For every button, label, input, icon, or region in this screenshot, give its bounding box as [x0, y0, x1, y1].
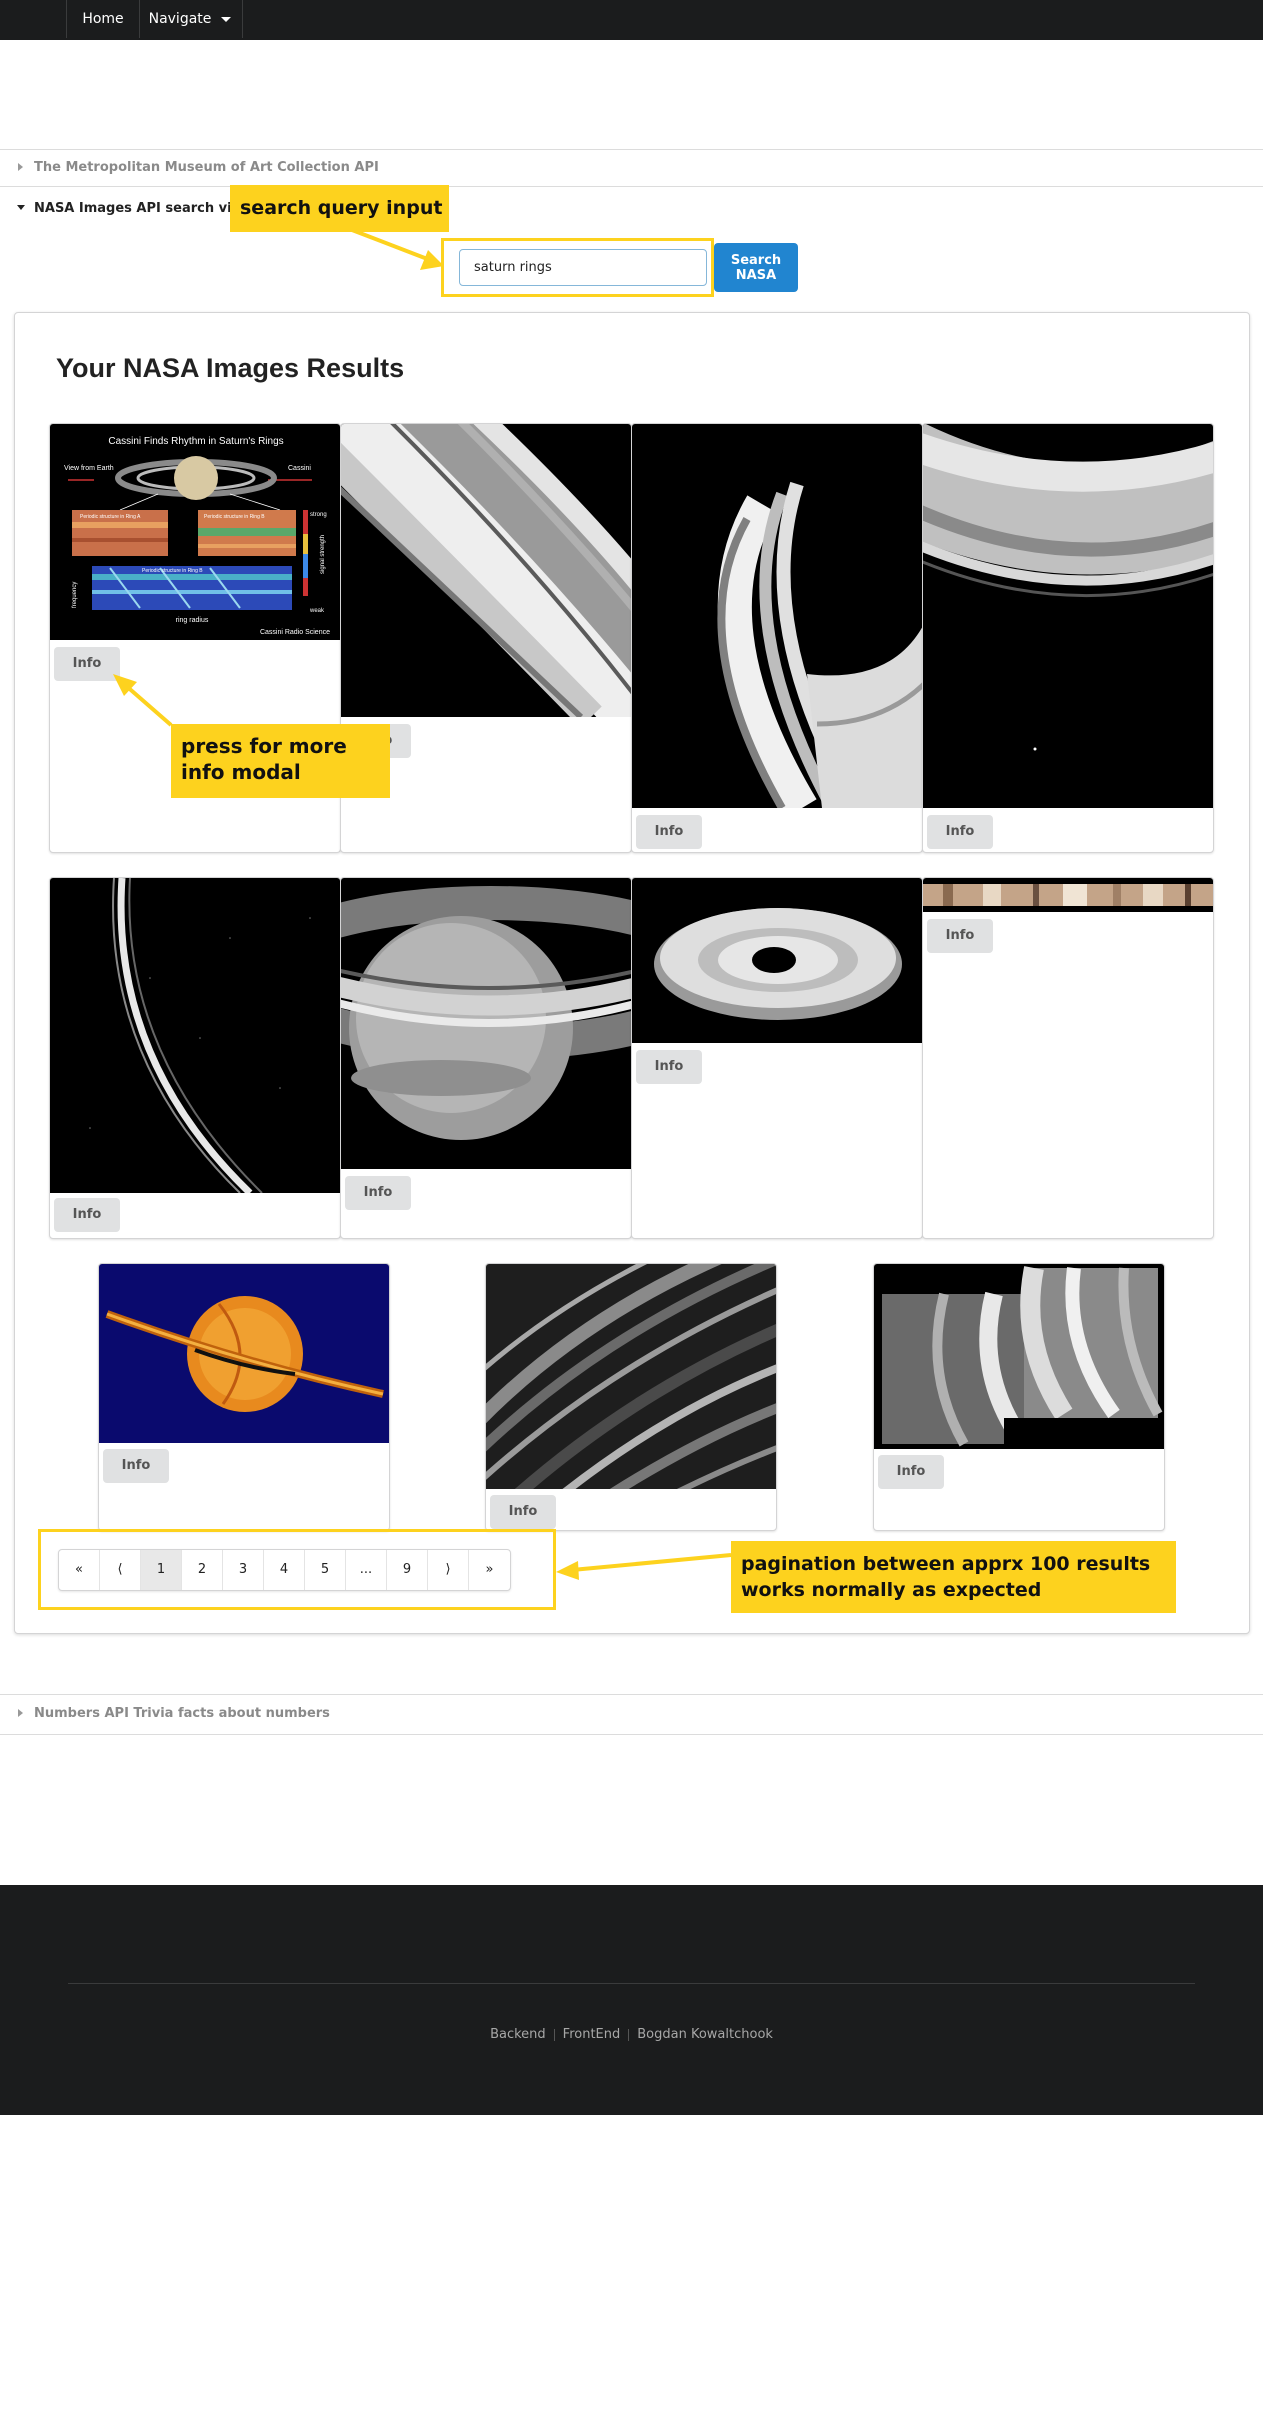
fig-signal-label: signal strength: [320, 535, 326, 574]
result-image-graphic: Cassini Finds Rhythm in Saturn's Rings V…: [50, 424, 340, 640]
info-callout: press for more info modal: [171, 724, 390, 798]
footer-links: Backend FrontEnd Bogdan Kowaltchook: [0, 2027, 1263, 2042]
result-card: Info: [340, 877, 632, 1239]
info-button[interactable]: Info: [636, 815, 702, 849]
result-image-graphic: [50, 878, 340, 1193]
result-image-graphic: [923, 424, 1213, 808]
fig-strong-label: strong: [310, 512, 327, 518]
result-image-graphic: [632, 878, 922, 1043]
result-image-graphic: [486, 1264, 776, 1489]
footer-frontend-link[interactable]: FrontEnd: [563, 2027, 621, 2042]
caret-down-icon: [221, 16, 232, 22]
fig-panel-c: Periodic structure in Ring B: [142, 568, 203, 574]
info-button[interactable]: Info: [878, 1455, 944, 1489]
footer: Backend FrontEnd Bogdan Kowaltchook: [0, 1885, 1263, 2115]
result-image-graphic: [341, 878, 631, 1169]
fig-credit: Cassini Radio Science: [260, 629, 330, 636]
nav-navigate-label: Navigate: [148, 11, 212, 27]
results-title: Your NASA Images Results: [56, 353, 405, 383]
result-card: Info: [922, 877, 1214, 1239]
result-card: Info: [49, 877, 341, 1239]
top-nav: Home Navigate: [0, 0, 1263, 40]
result-image[interactable]: Cassini Finds Rhythm in Saturn's Rings V…: [50, 424, 340, 640]
info-button[interactable]: Info: [490, 1495, 556, 1529]
result-image[interactable]: [341, 878, 631, 1169]
accordion-met-title: The Metropolitan Museum of Art Collectio…: [34, 160, 379, 175]
accordion-nasa-title: NASA Images API search view: [34, 201, 253, 216]
fig-weak-label: weak: [309, 608, 325, 614]
result-card: Info: [631, 423, 923, 853]
pagination-callout-line1: pagination between apprx 100 results: [741, 1553, 1151, 1575]
result-image[interactable]: [874, 1264, 1164, 1449]
pagination-highlight-box: [38, 1529, 556, 1610]
info-callout-line2: info modal: [181, 760, 301, 784]
footer-backend-link[interactable]: Backend: [490, 2027, 546, 2042]
info-button[interactable]: Info: [54, 647, 120, 681]
info-button[interactable]: Info: [636, 1050, 702, 1084]
result-image-graphic: [874, 1264, 1164, 1449]
fig-ring-radius-label: ring radius: [176, 617, 209, 624]
nav-home-link[interactable]: Home: [66, 0, 140, 38]
accordion-met[interactable]: The Metropolitan Museum of Art Collectio…: [0, 150, 1263, 186]
result-image-graphic: [923, 878, 1213, 912]
search-nasa-button[interactable]: Search NASA: [714, 243, 798, 292]
info-button[interactable]: Info: [927, 919, 993, 953]
result-card: Info: [922, 423, 1214, 853]
result-image-graphic: [99, 1264, 389, 1443]
result-image[interactable]: [486, 1264, 776, 1489]
pagination-callout-line2: works normally as expected: [741, 1579, 1042, 1601]
result-card: Info: [873, 1263, 1165, 1531]
result-image-graphic: [632, 424, 922, 808]
fig-heading: Cassini Finds Rhythm in Saturn's Rings: [108, 436, 283, 447]
result-image[interactable]: [341, 424, 631, 717]
result-image[interactable]: [632, 878, 922, 1043]
fig-cassini-label: Cassini: [288, 465, 311, 472]
search-button-line1: Search: [730, 252, 782, 268]
result-card: Info: [631, 877, 923, 1239]
info-button[interactable]: Info: [927, 815, 993, 849]
result-image[interactable]: [923, 424, 1213, 808]
result-image[interactable]: [50, 878, 340, 1193]
caret-down-icon: [17, 205, 25, 210]
result-card: Info: [98, 1263, 390, 1531]
divider: [0, 1734, 1263, 1735]
search-button-line2: NASA: [735, 267, 777, 283]
info-button[interactable]: Info: [345, 1176, 411, 1210]
result-card: Info: [485, 1263, 777, 1531]
search-callout: search query input: [230, 185, 449, 232]
info-button[interactable]: Info: [103, 1449, 169, 1483]
search-highlight-box: [441, 238, 714, 297]
search-arrow: [351, 228, 431, 262]
footer-author-link[interactable]: Bogdan Kowaltchook: [637, 2027, 773, 2042]
result-image[interactable]: [632, 424, 922, 808]
accordion-numbers-title: Numbers API Trivia facts about numbers: [34, 1706, 330, 1721]
divider: [553, 2028, 555, 2041]
footer-divider: [68, 1983, 1195, 1984]
fig-view-label: View from Earth: [64, 465, 114, 472]
accordion-numbers[interactable]: Numbers API Trivia facts about numbers: [0, 1695, 1263, 1733]
pagination-callout: pagination between apprx 100 results wor…: [731, 1541, 1176, 1613]
fig-frequency-label: frequency: [72, 582, 78, 608]
fig-panel-a: Periodic structure in Ring A: [80, 514, 141, 520]
result-image-graphic: [341, 424, 631, 717]
caret-right-icon: [18, 163, 23, 171]
result-image[interactable]: [923, 878, 1213, 912]
nav-navigate-dropdown[interactable]: Navigate: [138, 0, 243, 38]
info-callout-line1: press for more: [181, 734, 347, 758]
info-button[interactable]: Info: [54, 1198, 120, 1232]
divider: [628, 2028, 630, 2041]
caret-right-icon: [18, 1709, 23, 1717]
accordion-nasa[interactable]: NASA Images API search view: [0, 187, 1263, 227]
fig-panel-b: Periodic structure in Ring B: [204, 514, 265, 520]
result-image[interactable]: [99, 1264, 389, 1443]
